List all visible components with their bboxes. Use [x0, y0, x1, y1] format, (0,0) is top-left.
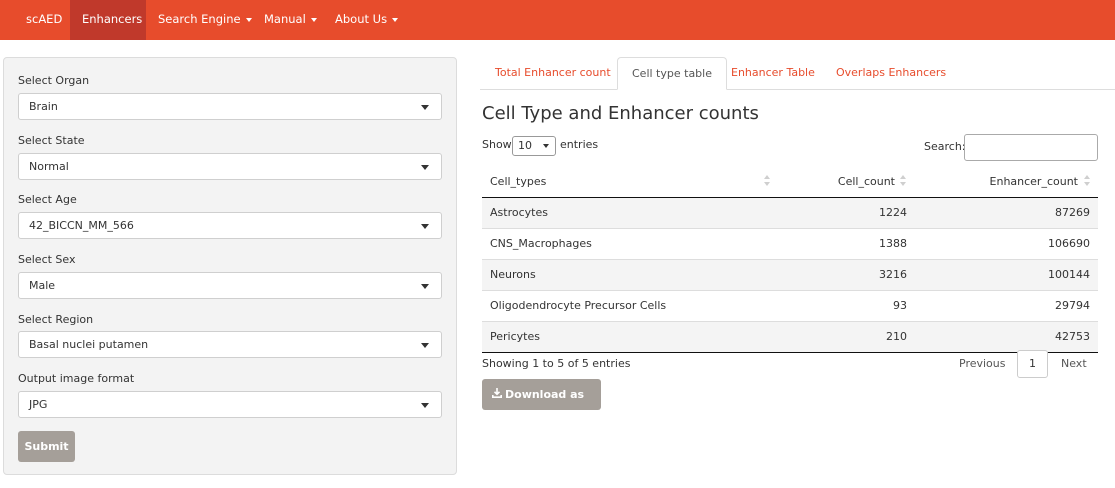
enhancer-count: 42753 [1055, 330, 1090, 343]
next-page-button[interactable]: Next [1050, 357, 1098, 370]
table-row: Oligodendrocyte Precursor Cells 93 29794 [482, 291, 1098, 322]
download-csv-label: Download as csv [492, 388, 585, 432]
cell-count: 1388 [879, 237, 907, 250]
cell-count: 210 [886, 330, 907, 343]
cell-type: CNS_Macrophages [490, 237, 592, 250]
table-row: CNS_Macrophages 1388 106690 [482, 229, 1098, 260]
enhancer-count: 87269 [1055, 206, 1090, 219]
region-select[interactable]: Basal nuclei putamen [18, 331, 442, 358]
table-header: Cell_types Cell_count Enhancer_count [482, 166, 1098, 198]
nav-search-engine-label: Search Engine [158, 12, 241, 26]
sort-icon[interactable] [764, 175, 770, 187]
cell-type-table: Cell_types Cell_count Enhancer_count Ast… [482, 166, 1098, 353]
tab-overlaps-enhancers[interactable]: Overlaps Enhancers [822, 57, 960, 89]
organ-select[interactable]: Brain [18, 93, 442, 120]
state-label: Select State [18, 134, 85, 147]
dropdown-arrow-icon [421, 343, 429, 348]
enhancer-count: 100144 [1048, 268, 1090, 281]
nav-manual[interactable]: Manual [252, 0, 329, 40]
tab-bar: Total Enhancer count Cell type table Enh… [480, 57, 1115, 90]
state-select[interactable]: Normal [18, 153, 442, 180]
cell-count: 1224 [879, 206, 907, 219]
nav-enhancers[interactable]: Enhancers [70, 0, 146, 40]
header-cell-count[interactable]: Cell_count [838, 166, 895, 197]
caret-down-icon [392, 17, 399, 22]
organ-select-value: Brain [29, 100, 58, 113]
tab-enhancer-table[interactable]: Enhancer Table [717, 57, 829, 89]
table-info: Showing 1 to 5 of 5 entries [482, 357, 631, 370]
region-label: Select Region [18, 313, 94, 326]
nav-about-us-label: About Us [335, 12, 388, 26]
page-title: Cell Type and Enhancer counts [482, 103, 759, 124]
entries-label: entries [560, 138, 599, 151]
dropdown-arrow-icon [421, 284, 429, 289]
previous-page-button[interactable]: Previous [948, 357, 1017, 370]
sex-select[interactable]: Male [18, 272, 442, 299]
image-format-select[interactable]: JPG [18, 391, 442, 418]
cell-type: Astrocytes [490, 206, 548, 219]
caret-down-icon [245, 17, 252, 22]
table-row: Neurons 3216 100144 [482, 260, 1098, 291]
organ-label: Select Organ [18, 74, 90, 87]
filter-sidebar: Select Organ Brain Select State Normal S… [3, 57, 457, 475]
nav-manual-label: Manual [264, 12, 306, 26]
state-select-value: Normal [29, 160, 69, 173]
sort-icon[interactable] [900, 175, 906, 187]
nav-search-engine[interactable]: Search Engine [146, 0, 264, 40]
region-select-value: Basal nuclei putamen [29, 338, 149, 351]
caret-down-icon [310, 17, 317, 22]
sex-select-value: Male [29, 279, 56, 292]
cell-type: Neurons [490, 268, 536, 281]
tab-total-enhancer-count[interactable]: Total Enhancer count [481, 57, 625, 89]
download-icon [492, 379, 502, 410]
page-1-button[interactable]: 1 [1017, 350, 1048, 378]
sort-icon[interactable] [1084, 175, 1090, 187]
sex-label: Select Sex [18, 253, 76, 266]
brand-link[interactable]: scAED [14, 0, 74, 40]
search-input[interactable] [964, 134, 1098, 161]
dropdown-arrow-icon [421, 165, 429, 170]
cell-type: Pericytes [490, 330, 540, 343]
image-format-select-value: JPG [29, 398, 48, 411]
entries-length-value: 10 [518, 139, 532, 152]
image-format-label: Output image format [18, 372, 135, 385]
nav-about-us[interactable]: About Us [323, 0, 410, 40]
header-enhancer-count[interactable]: Enhancer_count [990, 166, 1078, 197]
dropdown-arrow-icon [421, 105, 429, 110]
age-label: Select Age [18, 193, 77, 206]
tab-cell-type-table[interactable]: Cell type table [617, 57, 727, 90]
search-label: Search: [924, 140, 966, 153]
cell-type: Oligodendrocyte Precursor Cells [490, 299, 667, 312]
enhancer-count: 106690 [1048, 237, 1090, 250]
age-select[interactable]: 42_BICCN_MM_566 [18, 212, 442, 239]
enhancer-count: 29794 [1055, 299, 1090, 312]
download-csv-button[interactable]: Download as csv [482, 379, 601, 432]
table-row: Astrocytes 1224 87269 [482, 198, 1098, 229]
cell-count: 3216 [879, 268, 907, 281]
dropdown-arrow-icon [421, 224, 429, 229]
cell-count: 93 [893, 299, 907, 312]
submit-button[interactable]: Submit [18, 431, 75, 462]
top-navbar: scAED Enhancers Search Engine Manual Abo… [0, 0, 1115, 40]
nav-enhancers-label: Enhancers [82, 12, 143, 26]
dropdown-arrow-icon [421, 403, 429, 408]
age-select-value: 42_BICCN_MM_566 [29, 219, 134, 232]
entries-length-select[interactable]: 10 [512, 136, 556, 156]
header-cell-types[interactable]: Cell_types [490, 166, 546, 197]
show-label: Show [482, 138, 512, 151]
chevron-down-icon [543, 144, 549, 148]
table-row: Pericytes 210 42753 [482, 322, 1098, 353]
